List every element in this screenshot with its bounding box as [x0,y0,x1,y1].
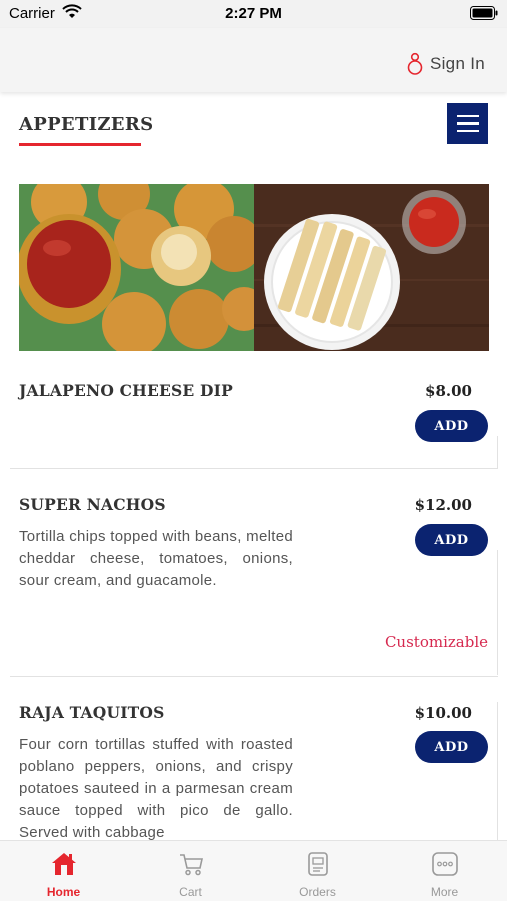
battery-icon [470,6,498,20]
home-icon [51,853,76,875]
item-description: Tortilla chips topped with beans, melted… [19,528,293,589]
divider [10,468,498,469]
item-price: $12.00 [414,496,472,514]
add-button[interactable]: ADD [415,410,488,442]
menu-icon-bar [456,122,479,125]
cart-icon [179,854,203,876]
tab-label: Cart [179,885,202,899]
menu-icon-bar [456,129,479,133]
category-title: APPETIZERS [19,114,154,135]
status-time: 2:27 PM [225,5,282,22]
item-name: JALAPENO CHEESE DIP [19,381,233,400]
app-header: Sign In [0,28,507,92]
sign-in-label: Sign In [429,54,485,73]
customizable-link[interactable]: Customizable [385,633,488,651]
user-icon [407,52,423,75]
tab-cart[interactable]: Cart [127,841,254,901]
add-button[interactable]: ADD [415,731,488,763]
tab-label: More [430,885,459,899]
tab-label: Home [46,885,81,899]
tab-orders[interactable]: Orders [254,841,381,901]
item-price: $8.00 [425,382,472,400]
orders-icon [307,852,328,876]
tab-more[interactable]: More [381,841,507,901]
add-button[interactable]: ADD [415,524,488,556]
title-underline [19,143,141,146]
more-icon [431,852,458,876]
item-name: SUPER NACHOS [19,495,166,514]
divider [497,702,498,840]
divider [497,436,498,468]
sign-in-button[interactable]: Sign In [406,52,485,76]
menu-icon-bar [456,114,479,118]
item-price: $10.00 [414,704,472,722]
item-name: RAJA TAQUITOS [19,703,165,722]
bottom-tab-bar: Home Cart Orders More [0,840,507,901]
status-bar: Carrier 2:27 PM [0,0,507,28]
menu-button[interactable] [447,103,488,144]
tab-label: Orders [299,885,336,899]
tab-home[interactable]: Home [0,841,127,901]
category-banner-image [19,184,489,351]
divider [497,550,498,675]
divider [10,676,498,677]
item-description: Four corn tortillas stuffed with roasted… [19,736,293,840]
